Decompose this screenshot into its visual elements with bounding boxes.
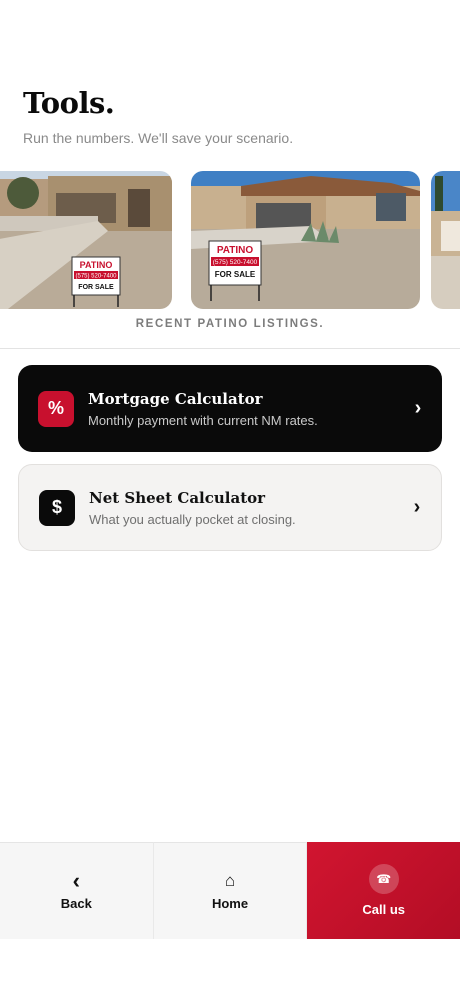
tool-title: Mortgage Calculator	[88, 389, 263, 408]
listing-photo[interactable]	[431, 171, 460, 309]
house-photo-image	[431, 171, 460, 309]
call-us-label: Call us	[362, 902, 405, 917]
mortgage-calculator-card[interactable]: % Mortgage Calculator Monthly payment wi…	[18, 365, 442, 452]
percent-icon: %	[38, 390, 74, 427]
page-header: Tools. Run the numbers. We'll save your …	[23, 86, 293, 146]
house-photo-image: PATINO (575) 520-7400 FOR SALE	[191, 171, 420, 309]
home-button[interactable]: ⌂ Home	[152, 842, 307, 939]
tool-description: What you actually pocket at closing.	[89, 511, 296, 527]
listings-caption: RECENT PATINO LISTINGS.	[135, 318, 325, 330]
section-divider	[0, 348, 460, 349]
chevron-right-icon: ›	[414, 397, 422, 419]
home-icon: ⌂	[224, 870, 236, 890]
sign-sale-text: FOR SALE	[78, 284, 114, 291]
call-us-button[interactable]: ☎ Call us	[306, 842, 460, 939]
page-title: Tools.	[23, 86, 115, 120]
chevron-right-icon: ›	[413, 496, 421, 518]
sign-sale-text: FOR SALE	[215, 270, 256, 279]
dollar-icon: $	[39, 489, 75, 526]
tool-description: Monthly payment with current NM rates.	[88, 412, 318, 428]
phone-icon: ☎	[368, 864, 399, 894]
chevron-left-icon: ‹	[72, 867, 80, 893]
sign-phone-text: (575) 520-7400	[213, 259, 258, 266]
sign-brand-text: PATINO	[80, 260, 113, 270]
listing-photo[interactable]: PATINO (575) 520-7400 FOR SALE	[0, 171, 172, 309]
back-label: Back	[60, 895, 92, 911]
sign-phone-text: (575) 520-7400	[75, 274, 117, 280]
bottom-navigation: ‹ Back ⌂ Home ☎ Call us	[0, 842, 460, 939]
house-photo-image: PATINO (575) 520-7400 FOR SALE	[0, 171, 172, 309]
listing-photo[interactable]: PATINO (575) 520-7400 FOR SALE	[191, 171, 420, 309]
back-button[interactable]: ‹ Back	[0, 842, 153, 939]
net-sheet-calculator-card[interactable]: $ Net Sheet Calculator What you actually…	[18, 464, 442, 551]
page-subtitle: Run the numbers. We'll save your scenari…	[23, 130, 294, 146]
sign-brand-text: PATINO	[217, 245, 254, 256]
tool-title: Net Sheet Calculator	[89, 488, 266, 507]
listings-carousel[interactable]: PATINO (575) 520-7400 FOR SALE PATINO (5…	[0, 171, 460, 309]
home-label: Home	[211, 895, 249, 911]
